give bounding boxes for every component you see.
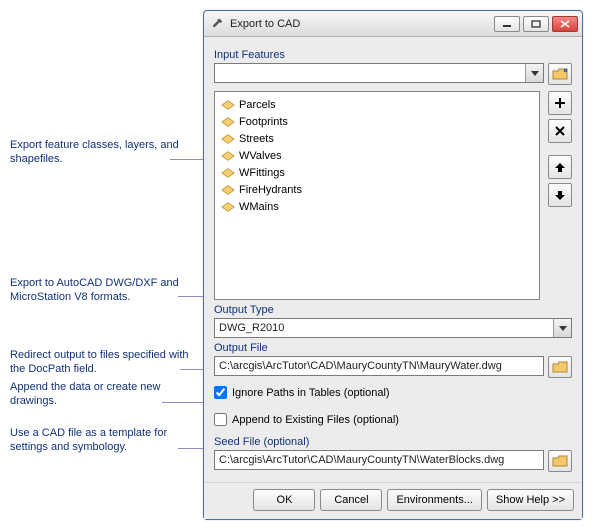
input-features-list[interactable]: Parcels Footprints Streets WValves WFitt… (214, 91, 540, 300)
output-file-field[interactable] (214, 356, 544, 376)
remove-button[interactable] (548, 119, 572, 143)
list-item[interactable]: Footprints (217, 113, 537, 130)
chevron-down-icon[interactable] (553, 319, 571, 337)
input-features-combo[interactable] (214, 63, 544, 83)
dialog-export-to-cad: Export to CAD Input Features Parcels Foo… (203, 10, 583, 520)
move-up-button[interactable] (548, 155, 572, 179)
list-item[interactable]: WFittings (217, 164, 537, 181)
list-item-label: WFittings (239, 167, 285, 179)
annotation-output-type: Export to AutoCAD DWG/DXF and MicroStati… (10, 276, 190, 305)
output-type-label: Output Type (214, 304, 572, 316)
append-existing-label: Append to Existing Files (optional) (232, 414, 399, 426)
ignore-paths-label: Ignore Paths in Tables (optional) (232, 387, 390, 399)
button-row: OK Cancel Environments... Show Help >> (204, 482, 582, 519)
list-item-label: Footprints (239, 116, 288, 128)
minimize-button[interactable] (494, 16, 520, 32)
output-type-value: DWG_R2010 (219, 322, 284, 334)
chevron-down-icon[interactable] (525, 64, 543, 82)
list-item[interactable]: Streets (217, 130, 537, 147)
list-item-label: WValves (239, 150, 282, 162)
browse-output-button[interactable] (548, 356, 572, 378)
annotation-ignore-paths: Redirect output to files specified with … (10, 348, 190, 377)
window-title: Export to CAD (230, 18, 491, 30)
annotation-seed-file: Use a CAD file as a template for setting… (10, 426, 190, 455)
annotation-append: Append the data or create new drawings. (10, 380, 190, 409)
cancel-button[interactable]: Cancel (320, 489, 382, 511)
hammer-icon (210, 17, 224, 31)
seed-file-field[interactable] (214, 450, 544, 470)
list-item[interactable]: WValves (217, 147, 537, 164)
list-item-label: Streets (239, 133, 274, 145)
browse-input-button[interactable] (548, 63, 572, 85)
append-existing-checkbox[interactable] (214, 413, 227, 426)
list-item[interactable]: Parcels (217, 96, 537, 113)
move-down-button[interactable] (548, 183, 572, 207)
output-file-label: Output File (214, 342, 572, 354)
show-help-button[interactable]: Show Help >> (487, 489, 574, 511)
list-item-label: WMains (239, 201, 279, 213)
ignore-paths-checkbox[interactable] (214, 386, 227, 399)
list-item-label: FireHydrants (239, 184, 302, 196)
environments-button[interactable]: Environments... (387, 489, 481, 511)
ok-button[interactable]: OK (253, 489, 315, 511)
list-item[interactable]: FireHydrants (217, 181, 537, 198)
list-item[interactable]: WMains (217, 198, 537, 215)
output-type-select[interactable]: DWG_R2010 (214, 318, 572, 338)
list-item-label: Parcels (239, 99, 276, 111)
close-button[interactable] (552, 16, 578, 32)
titlebar: Export to CAD (204, 11, 582, 37)
seed-file-label: Seed File (optional) (214, 436, 572, 448)
add-button[interactable] (548, 91, 572, 115)
maximize-button[interactable] (523, 16, 549, 32)
browse-seed-button[interactable] (548, 450, 572, 472)
input-features-label: Input Features (214, 49, 572, 61)
annotation-export-feature-classes: Export feature classes, layers, and shap… (10, 138, 190, 167)
